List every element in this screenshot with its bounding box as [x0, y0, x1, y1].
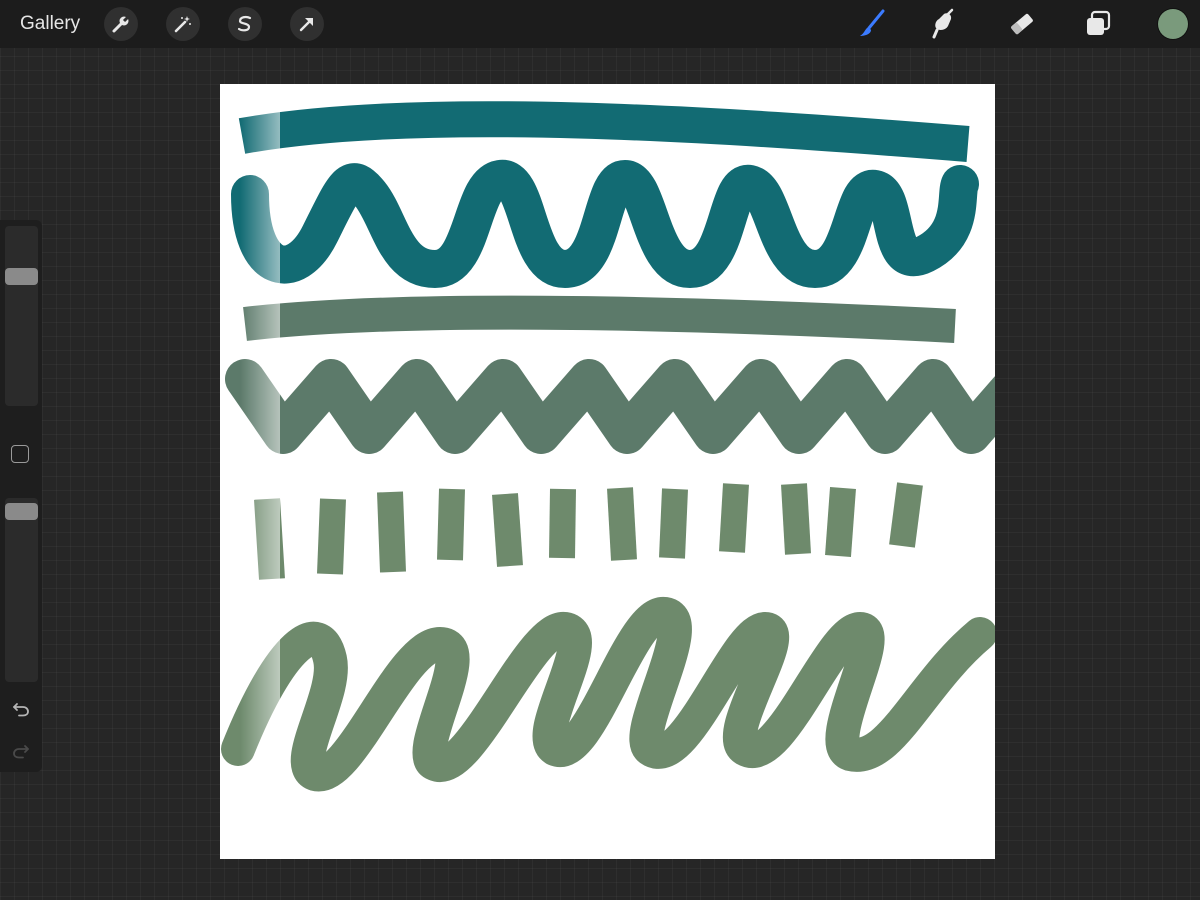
selection-button[interactable]: [228, 7, 262, 41]
green-dash-stroke: [659, 488, 688, 559]
smudge-tool-button[interactable]: [928, 8, 960, 40]
sidebar: [0, 220, 42, 772]
opacity-slider[interactable]: [5, 498, 38, 682]
green-scribble-stroke: [221, 597, 995, 792]
brush-strokes: [220, 84, 995, 859]
transform-button[interactable]: [290, 7, 324, 41]
layers-button[interactable]: [1082, 8, 1114, 40]
layers-icon: [1087, 10, 1111, 35]
sage-zigzag-stroke: [225, 359, 995, 454]
eraser-tool-button[interactable]: [1006, 8, 1038, 40]
green-dash-stroke: [549, 488, 576, 559]
brush-tool-button[interactable]: [856, 8, 888, 40]
stroke-fade-overlay: [220, 84, 280, 859]
redo-icon: [13, 745, 29, 759]
green-dash-stroke: [781, 483, 811, 555]
adjustments-button[interactable]: [166, 7, 200, 41]
arrow-cursor-icon: [299, 18, 313, 32]
undo-button[interactable]: [10, 698, 32, 720]
green-dash-stroke: [719, 483, 749, 553]
eraser-icon: [1011, 13, 1033, 35]
teal-wave-stroke: [231, 160, 979, 288]
magic-wand-icon: [174, 16, 191, 33]
sage-line-stroke: [243, 295, 956, 343]
undo-icon: [13, 703, 29, 717]
gallery-button[interactable]: Gallery: [20, 12, 80, 36]
green-dash-stroke: [377, 491, 406, 573]
brush-size-thumb[interactable]: [5, 268, 38, 286]
brush-size-slider[interactable]: [5, 226, 38, 406]
brush-icon: [860, 9, 885, 36]
color-picker-button[interactable]: [1158, 9, 1188, 39]
green-dash-stroke: [825, 487, 856, 557]
green-dash-stroke: [317, 498, 346, 575]
green-dash-stroke: [889, 482, 923, 548]
modify-button[interactable]: [11, 445, 29, 463]
drawing-canvas[interactable]: [220, 84, 995, 859]
green-dash-stroke: [607, 487, 637, 561]
teal-line-stroke: [238, 101, 970, 162]
wrench-icon: [112, 15, 130, 33]
green-dash-stroke: [492, 493, 523, 567]
selection-s-icon: [237, 15, 252, 32]
redo-button[interactable]: [10, 740, 32, 762]
smudge-icon: [932, 8, 954, 39]
top-toolbar: Gallery: [0, 0, 1200, 48]
actions-button[interactable]: [104, 7, 138, 41]
canvas-artwork: [220, 84, 995, 859]
green-dash-stroke: [437, 488, 465, 561]
opacity-thumb[interactable]: [5, 503, 38, 520]
